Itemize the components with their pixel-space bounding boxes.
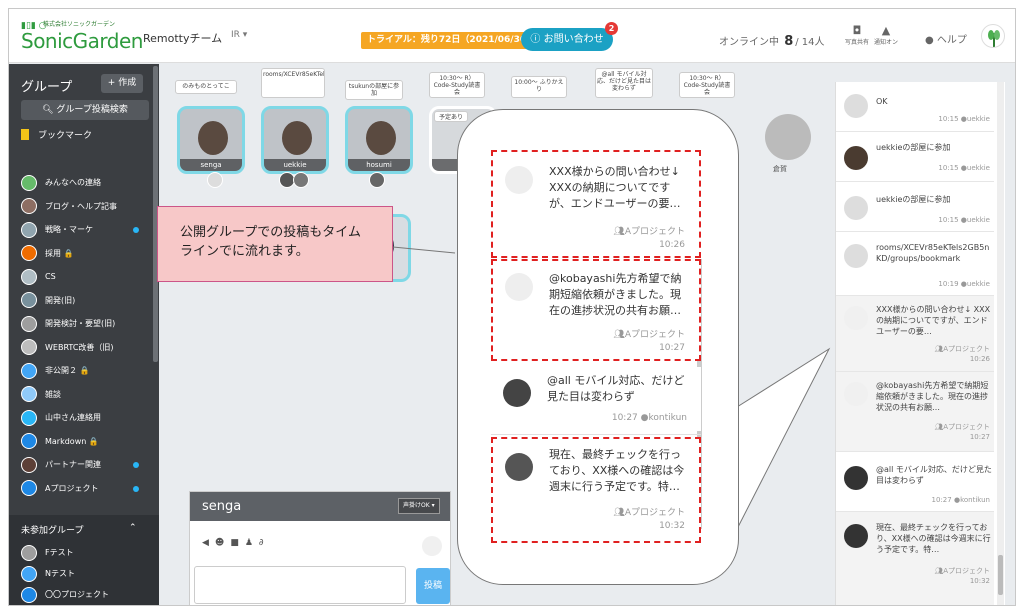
post-time: 10:19: [938, 280, 959, 288]
post-time: 10:15: [938, 216, 959, 224]
post-group-label: Aプロジェクト: [624, 330, 685, 340]
post-meta: 👥︎Aプロジェクト 10:26: [934, 344, 990, 364]
divider: [491, 434, 701, 435]
post-meta: 👥︎Aプロジェクト 10:27: [934, 422, 990, 442]
post-text: 現在、最終チェックを行っており、XX様への確認は今週末に行う予定です。特…: [876, 523, 991, 554]
app-window: ▮▯▮ ○ 株式会社ソニックガーデン SonicGarden Remottyチー…: [8, 8, 1016, 606]
post-avatar: [503, 379, 531, 407]
timeline-item[interactable]: uekkieの部屋に参加 10:15 ●uekkie: [836, 182, 994, 232]
chat-bubble-icon: ●: [640, 413, 649, 423]
post-text: uekkieの部屋に参加: [876, 143, 951, 152]
post-group: Aプロジェクト: [943, 345, 990, 353]
timeline-card[interactable]: @all モバイル対応、だけど見た目は変わらず 10:27 ●kontikun: [491, 367, 701, 431]
post-avatar: [844, 466, 868, 490]
post-time: 10:27: [611, 413, 638, 423]
post-user: uekkie: [966, 216, 990, 224]
post-text: @kobayashi先方希望で納期短縮依頼がきました。現在の進捗状況の共有お願…: [876, 381, 989, 412]
timeline-scrollbar[interactable]: [997, 82, 1004, 605]
post-group-label: Aプロジェクト: [624, 508, 685, 518]
post-user: uekkie: [966, 164, 990, 172]
post-time: 10:32: [969, 577, 990, 585]
post-group-label: Aプロジェクト: [624, 227, 685, 237]
post-meta: 10:27 ●kontikun: [612, 413, 687, 423]
group-icon: 👥︎: [934, 567, 944, 575]
timeline-item[interactable]: @all モバイル対応、だけど見た目は変わらず 10:27 ●kontikun: [836, 452, 994, 512]
post-group[interactable]: 👥︎Aプロジェクト: [613, 505, 685, 518]
post-avatar: [844, 146, 868, 170]
timeline-item[interactable]: uekkieの部屋に参加 10:15 ●uekkie: [836, 132, 994, 182]
timeline-card[interactable]: XXX様からの問い合わせ↓ XXXの納期についてですが、エンドユーザーの要… 👥…: [491, 150, 701, 258]
post-avatar: [844, 244, 868, 268]
post-avatar: [505, 453, 533, 481]
post-user: uekkie: [966, 115, 990, 123]
group-icon: 👥︎: [613, 330, 625, 340]
post-group: Aプロジェクト: [943, 423, 990, 431]
post-meta: 10:27 ●kontikun: [932, 496, 990, 504]
timeline-item[interactable]: OK 10:15 ●uekkie: [836, 82, 994, 132]
post-meta: 10:19 ●uekkie: [938, 280, 990, 288]
post-avatar: [844, 306, 868, 330]
post-meta: 10:15 ●uekkie: [938, 164, 990, 172]
timeline-card[interactable]: 現在、最終チェックを行っており、XX様への確認は今週末に行う予定です。特… 👥︎…: [491, 437, 701, 543]
post-text: OK: [876, 97, 888, 106]
post-group[interactable]: 👥︎Aプロジェクト: [613, 327, 685, 340]
timeline-item[interactable]: 現在、最終チェックを行っており、XX様への確認は今週末に行う予定です。特… 👥︎…: [836, 512, 994, 605]
post-time: 10:27: [969, 433, 990, 441]
timeline-panel: OK 10:15 ●uekkie uekkieの部屋に参加 10:15 ●uek…: [835, 82, 1005, 605]
post-time: 10:32: [659, 521, 685, 531]
group-icon: 👥︎: [613, 227, 625, 237]
post-time: 10:27: [659, 343, 685, 353]
post-group[interactable]: 👥︎Aプロジェクト: [613, 224, 685, 237]
post-time: 10:26: [969, 355, 990, 363]
post-text: 現在、最終チェックを行っており、XX様への確認は今週末に行う予定です。特…: [549, 448, 685, 493]
post-avatar: [844, 94, 868, 118]
post-avatar: [844, 196, 868, 220]
post-time: 10:15: [938, 115, 959, 123]
group-icon: 👥︎: [934, 345, 944, 353]
post-avatar: [505, 273, 533, 301]
post-time: 10:26: [659, 240, 685, 250]
post-user: kontikun: [648, 413, 687, 423]
post-text: XXX様からの問い合わせ↓ XXXの納期についてですが、エンドユーザーの要…: [549, 165, 681, 210]
post-time: 10:15: [938, 164, 959, 172]
post-time: 10:27: [931, 496, 952, 504]
post-text: @all モバイル対応、だけど見た目は変わらず: [547, 374, 685, 403]
post-user: uekkie: [966, 280, 990, 288]
timeline-item[interactable]: @kobayashi先方希望で納期短縮依頼がきました。現在の進捗状況の共有お願……: [836, 372, 994, 452]
group-icon: 👥︎: [613, 508, 625, 518]
post-avatar: [505, 166, 533, 194]
post-meta: 10:15 ●uekkie: [938, 216, 990, 224]
timeline-card[interactable]: @kobayashi先方希望で納期短縮依頼がきました。現在の進捗状況の共有お願……: [491, 259, 701, 361]
post-avatar: [844, 382, 868, 406]
timeline-scroll-thumb[interactable]: [998, 555, 1003, 595]
post-text: uekkieの部屋に参加: [876, 195, 951, 204]
post-text: @all モバイル対応、だけど見た目は変わらず: [876, 465, 992, 485]
post-user: kontikun: [960, 496, 990, 504]
post-text: rooms/XCEVr85eKTels2GB5nKD/groups/bookma…: [876, 243, 990, 263]
post-meta: 10:15 ●uekkie: [938, 115, 990, 123]
post-text: XXX様からの問い合わせ↓ XXXの納期についてですが、エンドユーザーの要…: [876, 305, 991, 336]
group-icon: 👥︎: [934, 423, 944, 431]
timeline-item[interactable]: rooms/XCEVr85eKTels2GB5nKD/groups/bookma…: [836, 232, 994, 296]
post-group: Aプロジェクト: [943, 567, 990, 575]
timeline-item[interactable]: XXX様からの問い合わせ↓ XXXの納期についてですが、エンドユーザーの要… 👥…: [836, 296, 994, 372]
post-text: @kobayashi先方希望で納期短縮依頼がきました。現在の進捗状況の共有お願…: [549, 272, 682, 317]
post-meta: 👥︎Aプロジェクト 10:32: [934, 566, 990, 586]
post-avatar: [844, 524, 868, 548]
